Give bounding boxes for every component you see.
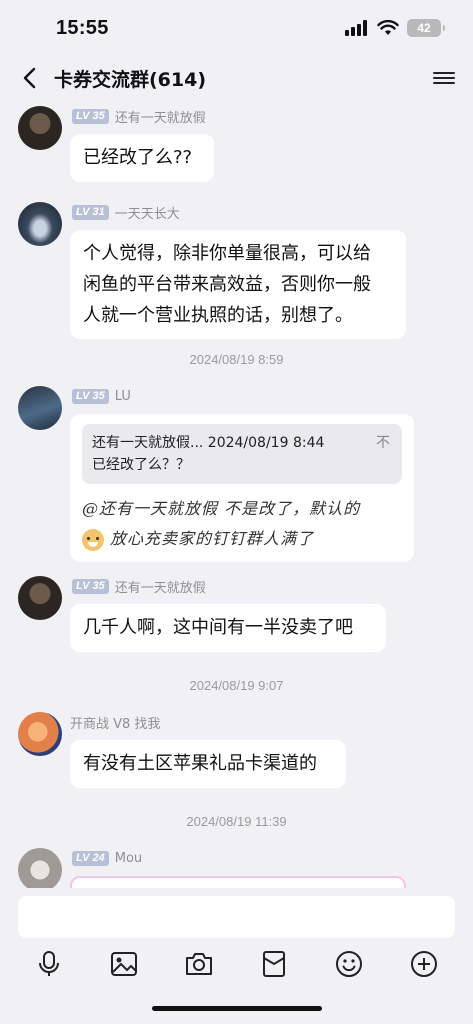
avatar[interactable] [18,386,62,430]
quoted-message[interactable]: 还有一天就放假... 2024/08/19 8:44 已经改了么？？ 不 [82,424,402,484]
avatar[interactable] [18,106,62,150]
sender-meta: LV 24 Mou [72,848,142,868]
camera-icon[interactable] [183,948,215,980]
back-arrow-icon[interactable] [18,67,40,89]
wifi-icon [377,20,399,35]
message-line: 人就一个营业执照的话，别想了。 [83,305,353,326]
message-line: 闲鱼的平台带来高效益，否则你一般 [83,274,371,295]
message-text: 有没有土区苹果礼品卡渠道的 [83,753,317,774]
avatar[interactable] [18,712,62,756]
sender-name: 还有一天就放假 [114,580,206,596]
sender-meta: LV 35 LU [72,386,131,406]
microphone-icon[interactable] [33,948,65,980]
chat-list[interactable]: LV 35 还有一天就放假 已经改了么?? LV 31 一天天长大 个人觉得，除… [0,100,473,888]
input-toolbar [0,944,473,984]
message-input[interactable] [18,896,455,938]
avatar[interactable] [18,848,62,888]
input-area [0,888,473,1024]
level-badge: LV 35 [72,578,109,594]
sender-name: 开商战 V8 找我 [70,716,161,732]
sender-meta: 开商战 V8 找我 [70,712,160,732]
message-line: 放心充卖家的钉钉群人满了 [82,524,402,554]
sender-name: Mou [114,850,143,866]
avatar[interactable] [18,576,62,620]
chat-header: 卡券交流群(614) [0,56,473,100]
status-bar: 15:55 42 [0,0,473,56]
message-line: 个人觉得，除非你单量很高，可以给 [83,243,371,264]
message-bubble[interactable]: 个人觉得，除非你单量很高，可以给 闲鱼的平台带来高效益，否则你一般 人就一个营业… [70,230,406,339]
message-bubble[interactable]: 还有一天就放假... 2024/08/19 8:44 已经改了么？？ 不 @还有… [70,414,414,562]
message-bubble[interactable]: 已经改了么?? [70,134,214,182]
avatar[interactable] [18,202,62,246]
sender-meta: LV 31 一天天长大 [72,202,180,222]
message-bubble[interactable]: 几千人啊，这中间有一半没卖了吧 [70,604,386,652]
sender-meta: LV 35 还有一天就放假 [72,106,206,126]
menu-icon[interactable] [433,67,455,89]
quote-close: 不 [376,435,390,451]
sender-name: 一天天长大 [114,206,180,222]
group-title: 卡券交流群(614) [54,68,207,91]
level-badge: LV 24 [72,850,109,866]
level-badge: LV 35 [72,388,109,404]
message-line: @还有一天就放假 不是改了，默认的 [82,499,361,518]
timestamp: 2024/08/19 9:07 [189,678,284,693]
status-icons: 42 [345,19,445,37]
status-time: 15:55 [56,16,109,39]
dog-emoji-icon [82,528,104,551]
message-bubble[interactable]: 有没有土区苹果礼品卡渠道的 [70,740,346,788]
timestamp: 2024/08/19 8:59 [189,352,284,367]
plus-icon[interactable] [408,948,440,980]
message-text: 几千人啊，这中间有一半没卖了吧 [83,617,353,638]
message-text: 已经改了么?? [83,147,193,168]
message-text: 放心充卖家的钉钉群人满了 [110,529,315,548]
emoji-icon[interactable] [333,948,365,980]
level-badge: LV 31 [72,204,109,220]
red-packet-icon[interactable] [258,948,290,980]
image-icon[interactable] [108,948,140,980]
quote-text: 已经改了么？？ [92,457,190,473]
message-bubble[interactable] [70,876,406,888]
battery-icon: 42 [407,19,445,37]
sender-name: LU [114,388,131,404]
timestamp: 2024/08/19 11:39 [186,814,287,829]
home-indicator [152,1006,322,1011]
quote-header: 还有一天就放假... 2024/08/19 8:44 [92,435,325,451]
sender-meta: LV 35 还有一天就放假 [72,576,206,596]
sender-name: 还有一天就放假 [114,110,206,126]
signal-icon [345,20,367,36]
level-badge: LV 35 [72,108,109,124]
